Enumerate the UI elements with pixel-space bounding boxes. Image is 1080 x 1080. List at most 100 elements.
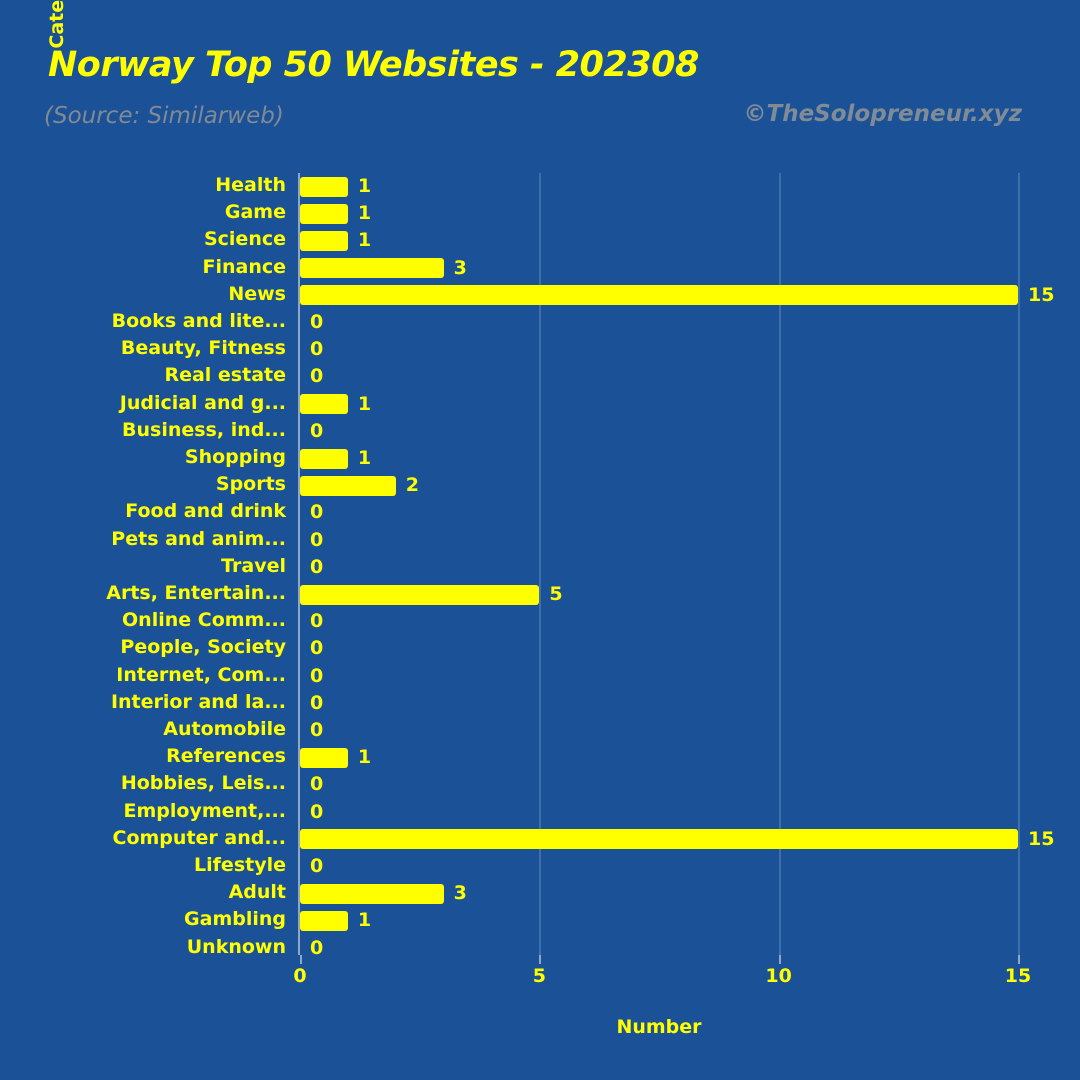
bar-value-label: 3 xyxy=(453,256,467,279)
category-label: Interior and la... xyxy=(110,690,286,713)
category-label: Gambling xyxy=(184,908,286,931)
category-label: References xyxy=(166,745,286,768)
bar xyxy=(300,230,348,251)
bar xyxy=(300,910,348,931)
bar-row: Shopping 1 xyxy=(185,445,1018,472)
x-tick-label: 10 xyxy=(765,965,792,987)
bar-row: Real estate 0 xyxy=(164,363,1018,390)
x-axis-label: Number xyxy=(616,1016,702,1038)
bar xyxy=(300,883,444,904)
bar-value-label: 3 xyxy=(453,882,467,905)
x-tick-mark xyxy=(539,955,542,964)
bar xyxy=(300,829,1018,850)
bar-row: Gambling 1 xyxy=(184,907,1018,934)
category-label: Employment,... xyxy=(123,799,287,822)
plot-area: Health 1 Game 1 Science 1 Finance 3 News 15 Books … xyxy=(106,173,1054,1038)
bar-row: Internet, Com... 0 xyxy=(116,663,1018,690)
category-label: Game xyxy=(224,201,286,224)
bar-value-label: 1 xyxy=(357,229,372,252)
bar-row: Food and drink 0 xyxy=(125,499,1018,526)
bar xyxy=(300,394,348,415)
bar-value-label: 1 xyxy=(357,202,372,225)
bar-row: Judicial and g... 1 xyxy=(120,391,1018,418)
bar-row: Arts, Entertain... 5 xyxy=(106,581,1018,608)
bar-row: Business, ind... 0 xyxy=(122,418,1018,445)
category-label: Internet, Com... xyxy=(116,663,286,686)
category-label: Books and lite... xyxy=(111,310,286,332)
category-label: People, Society xyxy=(120,636,286,659)
category-label: Food and drink xyxy=(125,500,286,523)
chart-credit: ©TheSolopreneur.xyz xyxy=(743,101,1022,127)
category-label: Adult xyxy=(228,881,286,904)
bar-value-label: 0 xyxy=(310,555,324,578)
bar-value-label: 0 xyxy=(310,610,324,633)
bar-row: Game 1 xyxy=(225,200,1018,227)
bar-row: Pets and anim... 0 xyxy=(111,527,1018,554)
category-label: Lifestyle xyxy=(194,854,286,876)
category-label: Sports xyxy=(215,473,286,496)
bar-value-label: 2 xyxy=(405,474,419,497)
bar-value-label: 1 xyxy=(357,392,372,415)
bar-value-label: 0 xyxy=(310,719,324,741)
bar-value-label: 5 xyxy=(549,583,563,605)
bar-row: References 1 xyxy=(166,744,1018,771)
category-label: Online Comm... xyxy=(122,609,286,632)
category-label: Health xyxy=(215,174,286,196)
chart-container: Norway Top 50 Websites - 202308 (Source:… xyxy=(0,0,1080,1080)
bar-value-label: 0 xyxy=(310,773,324,796)
bar-value-label: 1 xyxy=(357,447,372,469)
x-tick-mark xyxy=(1018,955,1020,964)
bar-row: Science 1 xyxy=(204,227,1018,254)
x-tick-label: 0 xyxy=(293,965,307,987)
bar-value-label: 0 xyxy=(310,637,324,660)
bar xyxy=(300,258,444,279)
category-label: Unknown xyxy=(186,935,286,958)
category-label: Shopping xyxy=(184,446,286,468)
category-label: Pets and anim... xyxy=(111,527,286,550)
bar-row: Finance 3 xyxy=(202,255,1018,282)
bar xyxy=(300,176,348,197)
chart-subtitle: (Source: Similarweb) xyxy=(44,103,284,129)
category-label: Arts, Entertain... xyxy=(106,582,286,604)
bar-value-label: 0 xyxy=(310,691,324,714)
chart-title: Norway Top 50 Websites - 202308 xyxy=(48,45,699,85)
bar-row: Books and lite... 0 xyxy=(112,309,1018,336)
bar-value-label: 0 xyxy=(310,800,324,823)
bar-value-label: 1 xyxy=(357,175,372,197)
bar-value-label: 0 xyxy=(310,365,324,388)
bar xyxy=(300,475,396,496)
bar-row: Beauty, Fitness 0 xyxy=(121,336,1018,363)
bar xyxy=(300,285,1018,306)
category-label: Travel xyxy=(221,554,286,577)
bar-row: Automobile 0 xyxy=(163,717,1018,744)
x-tick-label: 15 xyxy=(1004,965,1032,987)
bar-row: Interior and la... 0 xyxy=(111,690,1018,717)
bar xyxy=(300,203,348,224)
x-tick-mark xyxy=(778,955,781,964)
bar-value-label: 0 xyxy=(310,664,324,687)
x-tick-label: 5 xyxy=(532,965,546,987)
bar-value-label: 0 xyxy=(310,338,324,361)
gridline xyxy=(1018,173,1020,955)
category-label: Real estate xyxy=(164,364,286,387)
bar xyxy=(300,448,348,469)
bar-value-label: 0 xyxy=(310,311,324,333)
category-label: Computer and... xyxy=(112,826,286,849)
bar-value-label: 0 xyxy=(310,501,324,524)
bar-row: Unknown 0 xyxy=(187,935,1018,962)
bar xyxy=(300,747,348,768)
bar-value-label: 0 xyxy=(310,419,324,442)
category-label: Judicial and g... xyxy=(119,391,286,414)
category-label: Beauty, Fitness xyxy=(120,337,286,360)
bar-value-label: 0 xyxy=(310,528,324,551)
category-label: Hobbies, Leis... xyxy=(120,772,286,795)
bar-row: Computer and... 15 xyxy=(113,826,1054,853)
category-label: Finance xyxy=(202,255,286,278)
bar-row: Adult 3 xyxy=(229,880,1018,907)
category-label: News xyxy=(228,282,286,305)
bar-row: Sports 2 xyxy=(216,472,1018,499)
bar xyxy=(300,584,540,605)
bar-row: Hobbies, Leis... 0 xyxy=(121,771,1018,798)
y-axis-label: Category xyxy=(46,0,68,49)
bar-row: Employment,... 0 xyxy=(124,799,1018,826)
